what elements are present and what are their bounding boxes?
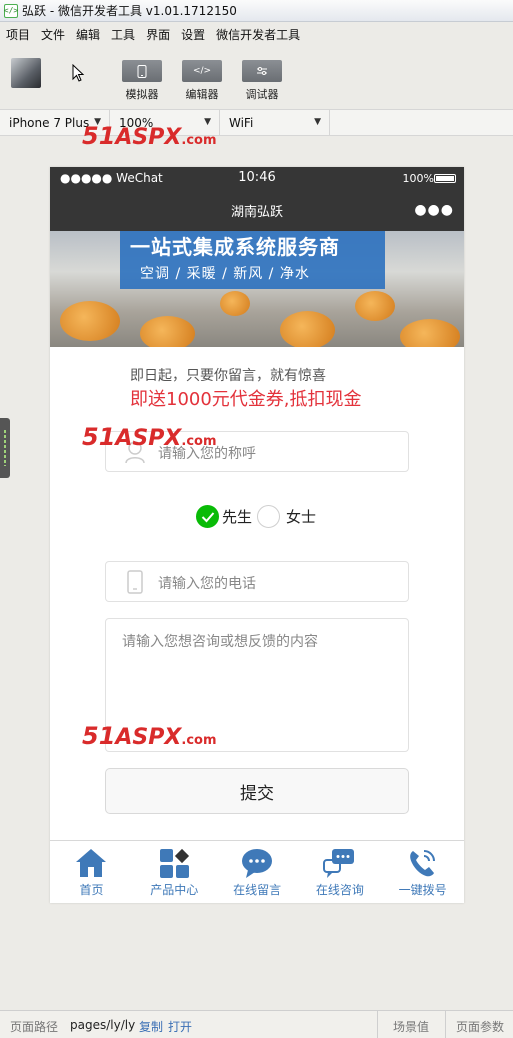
simulator-label: 模拟器 xyxy=(125,88,159,101)
phone-status-bar: ●●●●● WeChat 10:46 100% xyxy=(50,167,464,189)
toolbar: 模拟器 </> 编辑器 调试器 xyxy=(0,46,513,108)
chat-bubble-icon xyxy=(241,849,272,878)
watermark-num: 51 xyxy=(82,122,116,150)
banner-image: 一站式集成系统服务商 空调 / 采暖 / 新风 / 净水 xyxy=(50,231,464,347)
simulator-button[interactable]: 模拟器 xyxy=(122,60,162,102)
promo-line-1: 即日起，只要你留言，就有惊喜 xyxy=(130,368,326,384)
watermark-brand: ASPX xyxy=(115,725,182,750)
tab-consult-label: 在线咨询 xyxy=(315,883,364,897)
gender-option-male[interactable]: 先生 xyxy=(196,505,252,528)
home-icon xyxy=(76,849,106,877)
tab-home[interactable]: 首页 xyxy=(50,841,133,903)
gender-option-female[interactable]: 女士 xyxy=(257,505,316,528)
panel-resize-handle[interactable] xyxy=(0,418,10,478)
tab-message[interactable]: 在线留言 xyxy=(216,841,299,903)
battery-icon xyxy=(434,174,456,183)
editor-label: 编辑器 xyxy=(185,88,219,101)
submit-button[interactable]: 提交 xyxy=(105,768,409,814)
bottom-status-bar: 页面路径 pages/ly/ly 复制 打开 场景值 页面参数 xyxy=(0,1010,513,1038)
watermark-brand: ASPX xyxy=(115,426,182,451)
battery-percent: 100% xyxy=(402,172,434,185)
watermark-brand: ASPX xyxy=(115,125,182,150)
editor-button[interactable]: </> 编辑器 xyxy=(182,60,222,102)
open-link[interactable]: 打开 xyxy=(168,1018,192,1035)
tab-message-label: 在线留言 xyxy=(233,883,282,897)
cursor-icon xyxy=(72,64,85,82)
watermark-tld: .com xyxy=(181,434,217,449)
debugger-label: 调试器 xyxy=(245,88,279,101)
menu-item-view[interactable]: 界面 xyxy=(146,26,170,43)
menu-item-tools[interactable]: 工具 xyxy=(111,26,135,43)
watermark-logo: 51ASPX.com xyxy=(82,423,217,451)
watermark-num: 51 xyxy=(82,423,116,451)
code-icon: </> xyxy=(182,60,222,82)
menu-bar: 项目 文件 编辑 工具 界面 设置 微信开发者工具 xyxy=(0,23,513,45)
page-params-button[interactable]: 页面参数 xyxy=(456,1018,504,1035)
watermark-logo: 51ASPX.com xyxy=(82,722,217,750)
page-path-value: pages/ly/ly xyxy=(70,1018,136,1032)
radio-empty-icon xyxy=(257,505,280,528)
page-title: 湖南弘跃 xyxy=(230,205,283,220)
banner-headline: 一站式集成系统服务商 xyxy=(130,235,340,259)
gender-male-label: 先生 xyxy=(222,508,253,526)
promo-line-2: 即送1000元代金券,抵扣现金 xyxy=(130,389,362,410)
phone-simulator: ●●●●● WeChat 10:46 100% 湖南弘跃 ●●● 一站式集成系统… xyxy=(50,167,464,903)
tab-products-label: 产品中心 xyxy=(150,883,199,897)
menu-item-project[interactable]: 项目 xyxy=(6,26,30,43)
bottom-tab-bar: 首页 产品中心 在线留言 在线咨询 一键拨号 xyxy=(50,840,464,903)
page-path-label: 页面路径 xyxy=(10,1020,59,1034)
network-select[interactable]: WiFi ▼ xyxy=(220,110,330,135)
tab-home-label: 首页 xyxy=(79,883,104,897)
window-titlebar: </> 弘跃 - 微信开发者工具 v1.01.1712150 xyxy=(0,0,513,22)
tab-products[interactable]: 产品中心 xyxy=(133,841,216,903)
menu-item-wechat-devtools[interactable]: 微信开发者工具 xyxy=(216,26,300,43)
watermark-tld: .com xyxy=(181,733,217,748)
tab-call-label: 一键拨号 xyxy=(398,883,447,897)
banner-sign: 一站式集成系统服务商 空调 / 采暖 / 新风 / 净水 xyxy=(120,231,385,289)
window-title: 弘跃 - 微信开发者工具 v1.01.1712150 xyxy=(22,4,237,18)
app-icon: </> xyxy=(4,3,18,18)
chevron-down-icon: ▼ xyxy=(314,117,321,127)
watermark-num: 51 xyxy=(82,722,116,750)
banner-services: 空调 / 采暖 / 新风 / 净水 xyxy=(140,266,310,282)
copy-link[interactable]: 复制 xyxy=(139,1018,163,1035)
debugger-button[interactable]: 调试器 xyxy=(242,60,282,102)
message-placeholder: 请输入您想咨询或想反馈的内容 xyxy=(122,634,318,650)
watermark-logo: 51ASPX.com xyxy=(82,122,217,150)
gender-female-label: 女士 xyxy=(286,508,317,526)
phone-number-field[interactable]: 请输入您的电话 xyxy=(105,561,409,602)
menu-item-file[interactable]: 文件 xyxy=(41,26,65,43)
mobile-phone-icon xyxy=(127,570,143,594)
phone-call-icon xyxy=(410,850,436,877)
tab-consult[interactable]: 在线咨询 xyxy=(298,841,381,903)
sliders-icon xyxy=(257,67,267,75)
device-bar: iPhone 7 Plus ▼ 100% ▼ WiFi ▼ xyxy=(0,109,513,136)
check-icon xyxy=(196,505,219,528)
menu-item-edit[interactable]: 编辑 xyxy=(76,26,100,43)
network-value: WiFi xyxy=(229,115,254,130)
phone-nav-bar: 湖南弘跃 ●●● xyxy=(50,189,464,231)
phone-placeholder: 请输入您的电话 xyxy=(158,576,256,592)
consult-icon xyxy=(323,849,355,878)
watermark-tld: .com xyxy=(181,133,217,148)
menu-item-settings[interactable]: 设置 xyxy=(181,26,205,43)
device-model-value: iPhone 7 Plus xyxy=(9,115,90,130)
phone-device-icon xyxy=(137,64,147,78)
tab-call[interactable]: 一键拨号 xyxy=(381,841,464,903)
grid-icon xyxy=(159,848,189,878)
scene-value-button[interactable]: 场景值 xyxy=(393,1018,429,1035)
more-options-icon[interactable]: ●●● xyxy=(414,202,454,218)
avatar[interactable] xyxy=(11,58,41,88)
